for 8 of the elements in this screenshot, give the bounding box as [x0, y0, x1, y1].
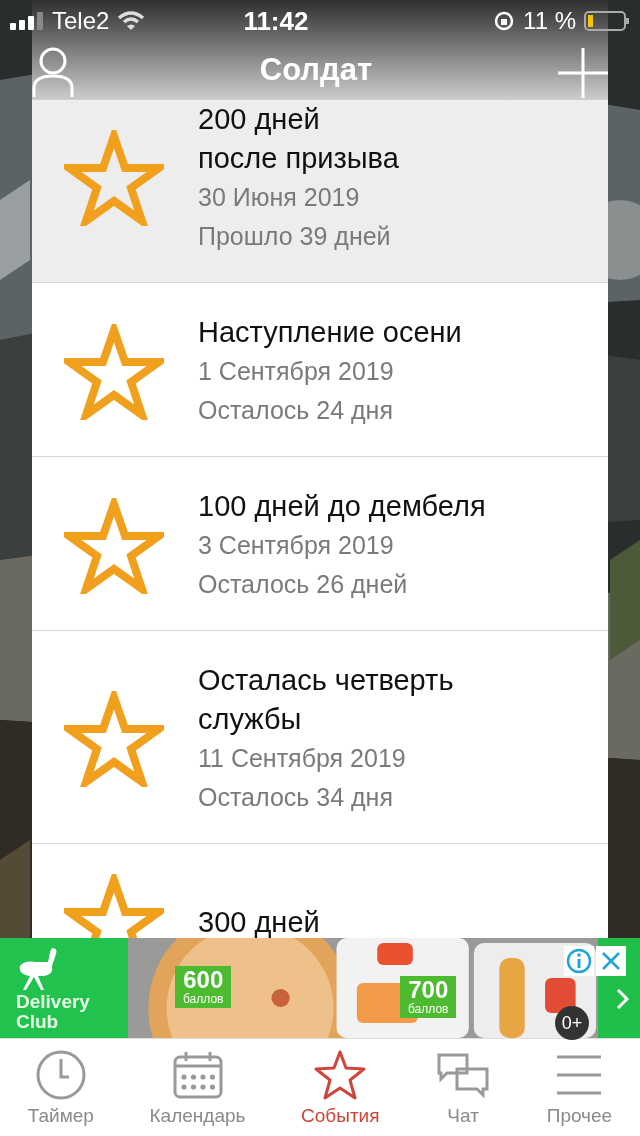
info-icon[interactable]	[564, 946, 594, 976]
points-badge: 700 баллов	[400, 976, 457, 1018]
close-icon[interactable]	[596, 946, 626, 976]
tab[interactable]: События	[301, 1048, 380, 1127]
brand-name: Delivery Club	[16, 992, 91, 1032]
points-badge: 600 баллов	[175, 966, 232, 1008]
ad-banner[interactable]: Delivery Club 600 баллов 700 баллов 0+	[0, 938, 640, 1038]
tab[interactable]: Календарь	[149, 1048, 246, 1127]
